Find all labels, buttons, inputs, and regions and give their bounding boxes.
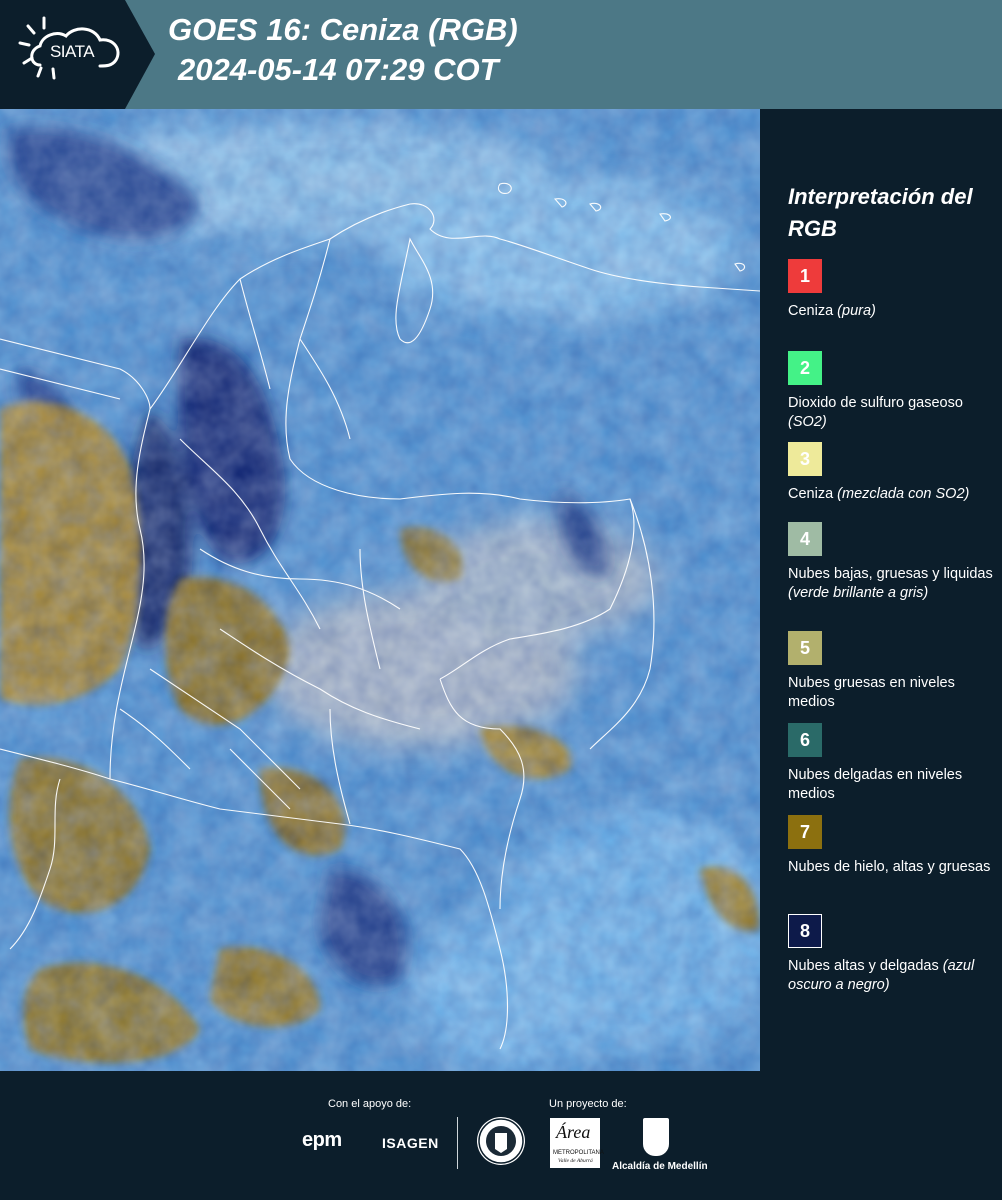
alcaldia-shield-icon xyxy=(643,1118,669,1156)
page-title: GOES 16: Ceniza (RGB) xyxy=(168,12,518,47)
legend-swatch: 4 xyxy=(788,522,822,556)
footer: Con el apoyo de: Un proyecto de: epm ISA… xyxy=(0,1071,1002,1200)
legend-item-8: 8 Nubes altas y delgadas (azul oscuro a n… xyxy=(788,914,998,995)
legend-item-2: 2 Dioxido de sulfuro gaseoso (SO2) xyxy=(788,351,998,432)
legend-text: Ceniza (pura) xyxy=(788,302,998,321)
legend-item-5: 5 Nubes gruesas en niveles medios xyxy=(788,631,998,712)
header: SIATA GOES 16: Ceniza (RGB) 2024-05-14 0… xyxy=(0,0,1002,109)
siata-logo: SIATA xyxy=(0,0,155,109)
page-subtitle: 2024-05-14 07:29 COT xyxy=(178,52,499,87)
legend-title: Interpretación del RGB xyxy=(788,184,973,241)
legend-label: Nubes altas y delgadas xyxy=(788,958,943,974)
footer-divider xyxy=(457,1117,458,1169)
legend-label: Dioxido de sulfuro gaseoso xyxy=(788,395,963,411)
legend-note: (verde brillante a gris) xyxy=(788,585,929,601)
legend-swatch: 5 xyxy=(788,631,822,665)
epm-logo: epm xyxy=(302,1129,342,1151)
legend-text: Ceniza (mezclada con SO2) xyxy=(788,485,998,504)
legend-swatch: 6 xyxy=(788,723,822,757)
alcaldia-logo-text: Alcaldía de Medellín xyxy=(612,1161,708,1172)
legend-item-4: 4 Nubes bajas, gruesas y liquidas (verde … xyxy=(788,522,998,603)
project-label: Un proyecto de: xyxy=(549,1098,627,1110)
legend-text: Nubes bajas, gruesas y liquidas (verde b… xyxy=(788,565,998,603)
area-logo-title: Área xyxy=(556,1122,591,1142)
legend-label: Nubes de hielo, altas y gruesas xyxy=(788,859,991,875)
satellite-map xyxy=(0,109,760,1071)
legend-note: (pura) xyxy=(837,303,876,319)
legend-item-6: 6 Nubes delgadas en niveles medios xyxy=(788,723,998,804)
legend-note: (mezclada con SO2) xyxy=(837,486,970,502)
siata-logo-text: SIATA xyxy=(49,42,95,61)
support-label: Con el apoyo de: xyxy=(328,1098,412,1110)
legend-label: Nubes bajas, gruesas y liquidas xyxy=(788,566,993,582)
legend-swatch: 1 xyxy=(788,259,822,293)
legend-item-1: 1 Ceniza (pura) xyxy=(788,259,998,321)
isagen-logo: ISAGEN xyxy=(382,1135,439,1151)
area-logo-sub2: Valle de Aburrá xyxy=(558,1158,593,1164)
area-metropolitana-logo: Área METROPOLITANA Valle de Aburrá xyxy=(550,1118,604,1168)
legend-label: Ceniza xyxy=(788,486,838,502)
legend-text: Nubes altas y delgadas (azul oscuro a ne… xyxy=(788,957,998,995)
legend-text: Nubes delgadas en niveles medios xyxy=(788,766,998,804)
legend-swatch: 2 xyxy=(788,351,822,385)
satellite-image xyxy=(0,109,760,1071)
legend-swatch: 3 xyxy=(788,442,822,476)
legend-swatch: 8 xyxy=(788,914,822,948)
legend-text: Nubes de hielo, altas y gruesas xyxy=(788,858,998,877)
legend-item-3: 3 Ceniza (mezclada con SO2) xyxy=(788,442,998,504)
legend-panel: Interpretación del RGB 1 Ceniza (pura) 2 Di… xyxy=(760,109,1002,1071)
area-logo-sub: METROPOLITANA xyxy=(553,1150,604,1156)
legend-swatch: 7 xyxy=(788,815,822,849)
legend-label: Nubes gruesas en niveles medios xyxy=(788,675,955,710)
legend-label: Ceniza xyxy=(788,303,838,319)
legend-item-7: 7 Nubes de hielo, altas y gruesas xyxy=(788,815,998,877)
legend-text: Dioxido de sulfuro gaseoso (SO2) xyxy=(788,394,998,432)
university-seal-logo xyxy=(477,1117,525,1165)
legend-note: (SO2) xyxy=(788,414,827,430)
legend-label: Nubes delgadas en niveles medios xyxy=(788,767,963,802)
legend-text: Nubes gruesas en niveles medios xyxy=(788,674,998,712)
